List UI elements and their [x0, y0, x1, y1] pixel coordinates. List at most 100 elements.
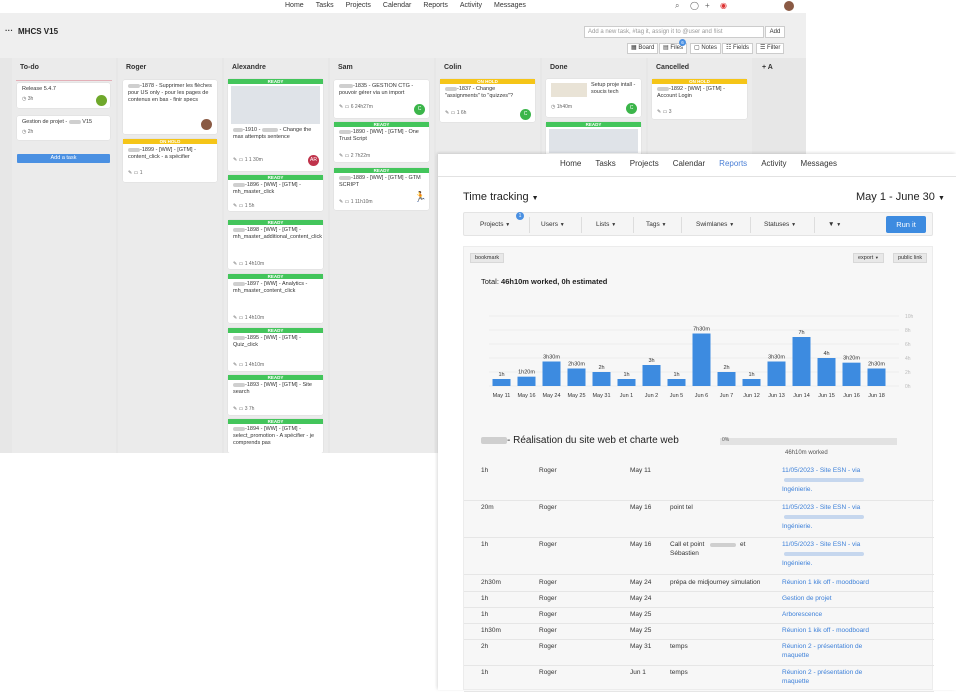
card-meta: ✎ ▭ 3 [657, 109, 672, 115]
entry-task-link[interactable]: Réunion 2 - présentation de [782, 643, 922, 650]
nav-reports[interactable]: Reports [423, 2, 448, 9]
chart-bar[interactable] [642, 365, 661, 386]
add-task-submit-button[interactable]: Add [765, 26, 785, 38]
task-card[interactable]: READY -1897 - [WW] - Analytics - mh_mast… [228, 274, 323, 323]
reports-window: Home Tasks Projects Calendar Reports Act… [438, 154, 956, 692]
avatar[interactable] [784, 1, 794, 11]
task-card[interactable]: READY [546, 122, 641, 156]
nav-tasks[interactable]: Tasks [595, 159, 615, 176]
nav-calendar[interactable]: Calendar [383, 2, 411, 9]
entry-task-link[interactable]: Réunion 2 - présentation de [782, 669, 922, 676]
entry-task-link[interactable]: Réunion 1 kik off - moodboard [782, 627, 922, 634]
card-title: -1898 - [WW] - [GTM] - mh_master_additio… [233, 227, 322, 241]
nav-calendar[interactable]: Calendar [673, 159, 705, 176]
entry-task-link[interactable]: Arborescence [782, 611, 922, 618]
entry-task-link[interactable]: Réunion 1 kik off - moodboard [782, 579, 922, 586]
chart-bar[interactable] [592, 372, 611, 386]
chart-bar[interactable] [692, 333, 711, 387]
task-card[interactable]: READY -1896 - [WW] - [GTM] - mh_master_c… [228, 175, 323, 211]
reports-navigation: Home Tasks Projects Calendar Reports Act… [438, 154, 956, 176]
users-filter[interactable]: Users ▼ [541, 221, 565, 228]
notes-view-button[interactable]: ▢ Notes [690, 43, 722, 54]
board-view-button[interactable]: ▦ Board [627, 43, 659, 54]
task-card[interactable]: ON HOLD -1892 - [WW] - [GTM] - Account L… [652, 79, 747, 119]
task-card[interactable]: -1835 - GESTION CTG - pouvoir gérer via … [334, 80, 429, 118]
advanced-filter[interactable]: ▼ ▼ [828, 221, 841, 228]
chart-bar[interactable] [717, 372, 736, 386]
task-card[interactable]: Gestion de projet - V15 ◷ 2h [17, 116, 110, 140]
run-it-button[interactable]: Run it [886, 216, 926, 233]
chart-bar[interactable] [542, 361, 561, 387]
task-card[interactable]: READY -1893 - [WW] - [GTM] - Site search… [228, 375, 323, 415]
export-button[interactable]: export ▼ [853, 253, 884, 263]
search-icon[interactable]: ⌕ [675, 1, 679, 11]
projects-filter[interactable]: Projects ▼ [480, 221, 510, 228]
help-icon[interactable]: ◉ [720, 1, 727, 10]
public-link-button[interactable]: public link [893, 253, 928, 263]
entry-task-link[interactable]: Ingénierie. [782, 560, 812, 567]
nav-home[interactable]: Home [285, 2, 304, 9]
chart-bar[interactable] [667, 379, 686, 386]
task-card[interactable]: READY -1894 - [WW] - [GTM] - select_prom… [228, 419, 323, 453]
task-card[interactable]: ON HOLD -1837 - Change "assignments" to … [440, 79, 535, 122]
nav-messages[interactable]: Messages [494, 2, 526, 9]
menu-dots-icon[interactable]: ··· [5, 26, 13, 35]
chart-bar[interactable] [517, 376, 536, 386]
entry-task-link[interactable]: 11/05/2023 - Site ESN - via [782, 467, 922, 474]
chart-bar[interactable] [867, 368, 886, 387]
task-card[interactable]: READY -1889 - [WW] - [GTM] - GTM SCRIPT … [334, 168, 429, 210]
task-card[interactable]: READY -1898 - [WW] - [GTM] - mh_master_a… [228, 220, 323, 269]
entry-task-link[interactable]: 11/05/2023 - Site ESN - via [782, 504, 922, 511]
nav-projects[interactable]: Projects [346, 2, 371, 9]
nav-activity[interactable]: Activity [460, 2, 482, 9]
task-card[interactable]: READY -1910 - - Change the max attempts … [228, 79, 323, 171]
task-card[interactable]: READY -1890 - [WW] - [GTM] - One Trust S… [334, 122, 429, 162]
task-card[interactable]: Release 5.4.7 ◷ 3h [17, 83, 110, 108]
task-card[interactable]: -1878 - Supprimer les flèches pour US on… [123, 80, 217, 134]
card-meta: ✎ ▭ 1 5h [233, 203, 255, 209]
report-type-dropdown[interactable]: Time tracking ▼ [463, 191, 539, 203]
nav-reports[interactable]: Reports [719, 159, 747, 176]
ready-label: READY [228, 220, 323, 225]
new-task-input[interactable]: Add a new task, #tag it, assign it to @u… [584, 26, 764, 38]
chart-bar[interactable] [567, 368, 586, 387]
chart-bar[interactable] [617, 379, 636, 386]
chart-bar[interactable] [792, 337, 811, 386]
add-task-button[interactable]: Add a task [17, 154, 110, 163]
task-card[interactable]: READY -1895 - [WW] - [GTM] - Quiz_click … [228, 328, 323, 371]
lists-filter[interactable]: Lists ▼ [596, 221, 616, 228]
nav-tasks[interactable]: Tasks [316, 2, 334, 9]
tags-filter[interactable]: Tags ▼ [646, 221, 667, 228]
filter-button[interactable]: ☰ Filter [756, 43, 785, 54]
nav-messages[interactable]: Messages [801, 159, 837, 176]
add-list-button[interactable]: + A [762, 64, 773, 71]
fields-view-button[interactable]: ☷ Fields [722, 43, 754, 54]
chart-bar[interactable] [842, 362, 861, 386]
entry-task-link[interactable]: maquette [782, 678, 809, 685]
entry-task-link[interactable]: 11/05/2023 - Site ESN - via [782, 541, 922, 548]
nav-projects[interactable]: Projects [630, 159, 659, 176]
entry-task-link[interactable]: Ingénierie. [782, 486, 812, 493]
chat-icon[interactable]: ◯ [690, 1, 699, 10]
swimlanes-filter[interactable]: Swimlanes ▼ [696, 221, 734, 228]
date-range-picker[interactable]: May 1 - June 30 ▼ [856, 191, 945, 203]
statuses-filter[interactable]: Statuses ▼ [764, 221, 796, 228]
nav-activity[interactable]: Activity [761, 159, 786, 176]
bar-data-label: 2h30m [568, 362, 585, 368]
card-title: -1878 - Supprimer les flèches pour US on… [128, 83, 212, 104]
entry-task-link[interactable]: maquette [782, 652, 809, 659]
task-card[interactable]: Setup proje intall - soucis tech ◷ 1h40m… [546, 79, 641, 117]
task-card[interactable]: ON HOLD -1899 - [WW] - [GTM] - content_c… [123, 139, 217, 182]
redacted-text [261, 127, 278, 132]
entry-task-link[interactable]: Ingénierie. [782, 523, 812, 530]
card-meta: ✎ ▭ 2 7h22m [339, 153, 371, 159]
plus-icon[interactable]: + [705, 1, 710, 10]
chart-bar[interactable] [742, 379, 761, 386]
entry-task-link[interactable]: Gestion de projet [782, 595, 922, 602]
chart-bar[interactable] [767, 361, 786, 387]
chart-bar[interactable] [492, 379, 511, 386]
nav-home[interactable]: Home [560, 159, 581, 176]
chart-bar[interactable] [817, 358, 836, 386]
bookmark-button[interactable]: bookmark [470, 253, 505, 263]
card-time: 1 1 30m [244, 157, 263, 163]
